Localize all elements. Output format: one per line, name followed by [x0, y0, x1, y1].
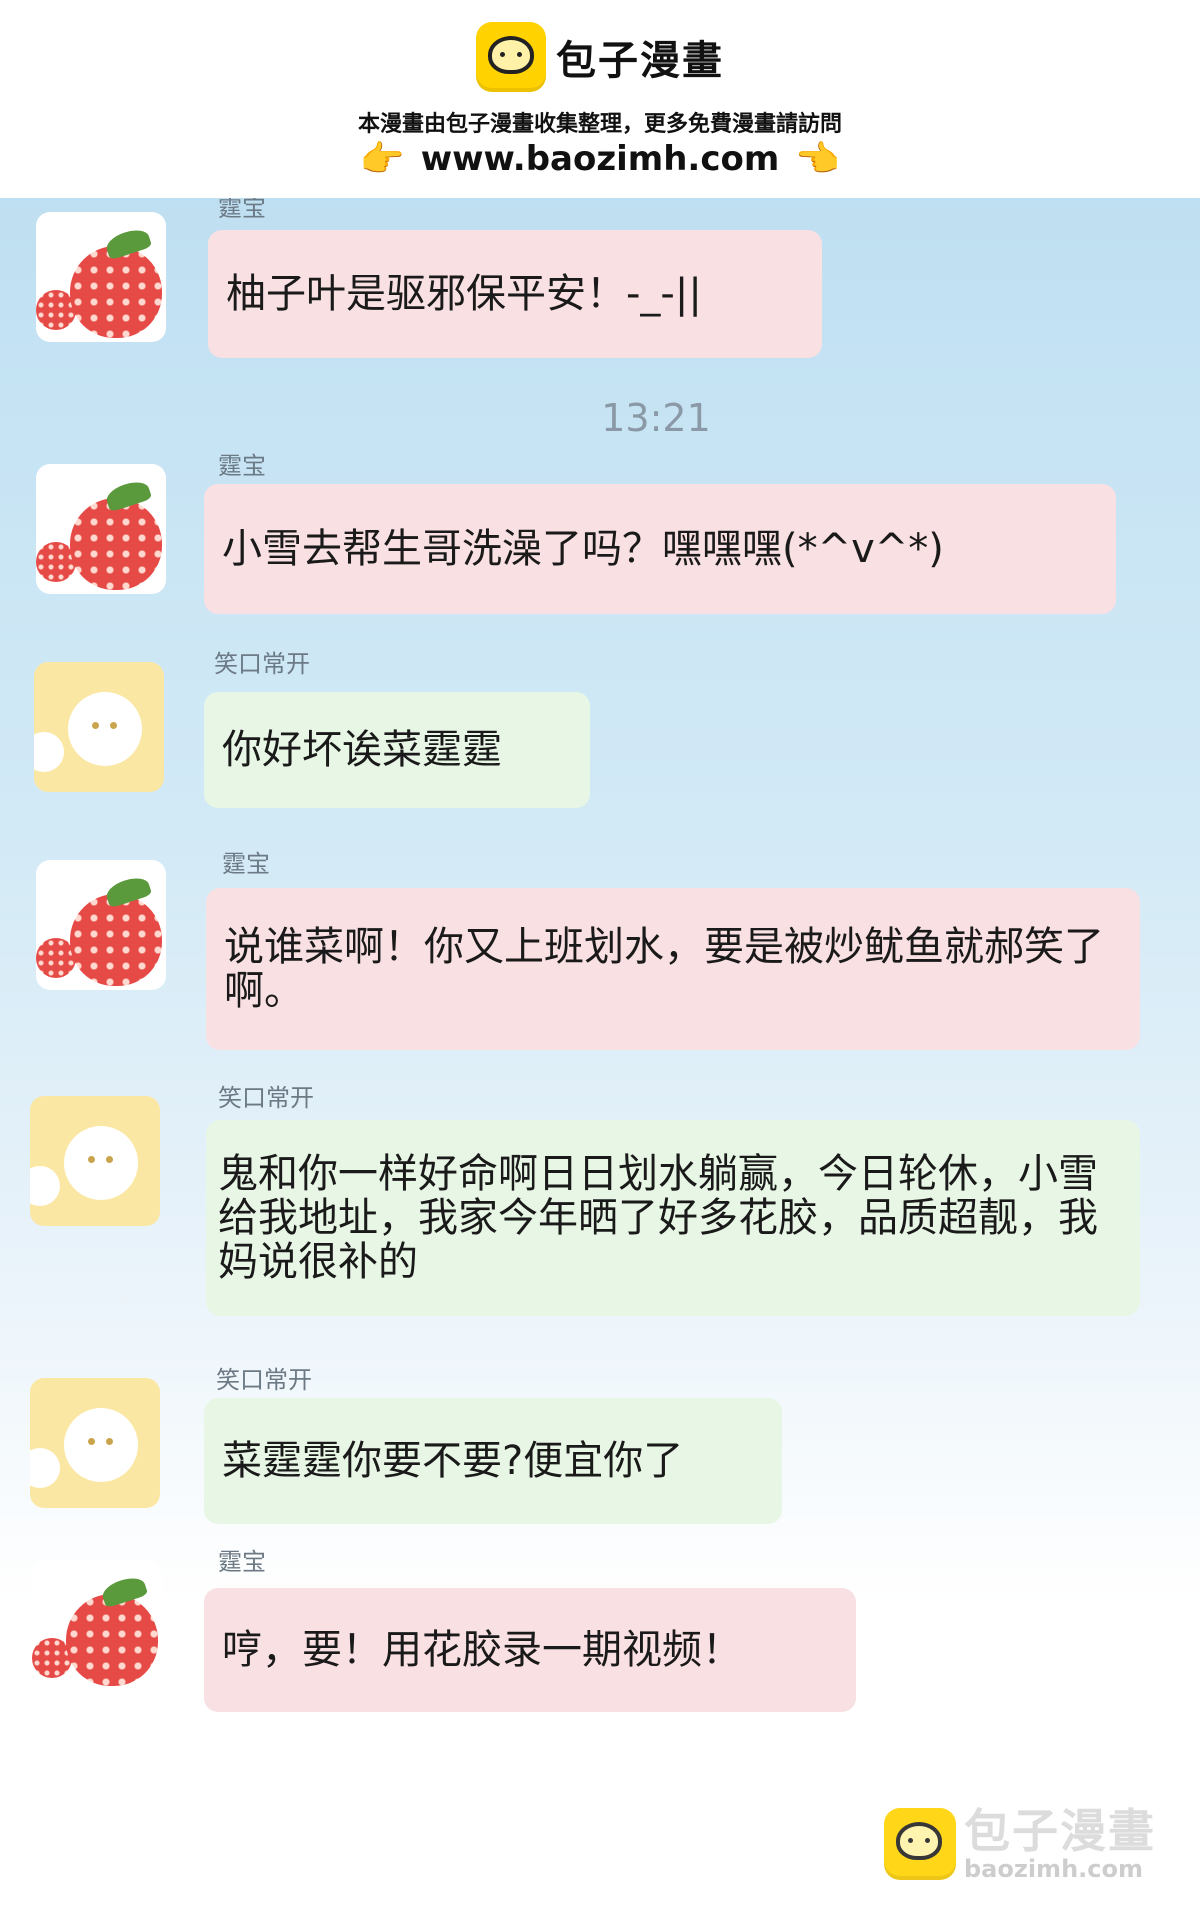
message-text: 鬼和你一样好命啊日日划水躺赢，今日轮休，小雪给我地址，我家今年晒了好多花胶，品质…	[218, 1151, 1098, 1285]
message-bubble[interactable]: 说谁菜啊！你又上班划水，要是被炒鱿鱼就郝笑了啊。	[206, 888, 1140, 1050]
sender-name: 霆宝	[218, 452, 266, 480]
bun-avatar[interactable]	[34, 662, 164, 792]
strawberry-avatar[interactable]	[32, 1560, 162, 1690]
strawberry-avatar[interactable]	[36, 860, 166, 990]
watermark-brand: 包子漫畫	[964, 1804, 1156, 1858]
brand-name: 包子漫畫	[556, 38, 724, 84]
baozi-logo-icon	[884, 1808, 956, 1880]
sender-name: 霆宝	[222, 850, 270, 878]
message-text: 哼，要！用花胶录一期视频！	[222, 1627, 742, 1673]
baozi-logo-icon	[476, 22, 546, 92]
chat-area: 霆宝 柚子叶是驱邪保平安！-_-|| 13:21 霆宝 小雪去帮生哥洗澡了吗？嘿…	[0, 198, 1200, 1914]
site-banner: 包子漫畫 本漫畫由包子漫畫收集整理，更多免費漫畫請訪問 👉 www.baozim…	[0, 0, 1200, 198]
message-bubble[interactable]: 你好坏诶菜霆霆	[204, 692, 590, 808]
bun-avatar[interactable]	[30, 1096, 160, 1226]
pointing-left-icon: 👈	[795, 139, 841, 180]
site-url-link[interactable]: www.baozimh.com	[421, 139, 780, 179]
sender-name: 笑口常开	[214, 650, 310, 678]
sender-name: 霆宝	[218, 1548, 266, 1576]
url-row: 👉 www.baozimh.com 👈	[0, 138, 1200, 180]
message-text: 菜霆霆你要不要?便宜你了	[222, 1438, 684, 1484]
message-bubble[interactable]: 哼，要！用花胶录一期视频！	[204, 1588, 856, 1712]
watermark: 包子漫畫 baozimh.com	[884, 1806, 1156, 1882]
strawberry-avatar[interactable]	[36, 212, 166, 342]
strawberry-avatar[interactable]	[36, 464, 166, 594]
message-bubble[interactable]: 菜霆霆你要不要?便宜你了	[204, 1398, 782, 1524]
pointing-right-icon: 👉	[359, 139, 405, 180]
sender-name: 笑口常开	[216, 1366, 312, 1394]
sender-name: 笑口常开	[218, 1084, 314, 1112]
timestamp: 13:21	[601, 396, 711, 440]
watermark-url: baozimh.com	[964, 1855, 1143, 1883]
sender-name: 霆宝	[218, 198, 266, 222]
message-text: 柚子叶是驱邪保平安！-_-||	[226, 271, 702, 317]
site-notice: 本漫畫由包子漫畫收集整理，更多免費漫畫請訪問	[357, 112, 842, 137]
message-text: 说谁菜啊！你又上班划水，要是被炒鱿鱼就郝笑了啊。	[224, 924, 1104, 1014]
logo-row: 包子漫畫	[0, 22, 1200, 92]
message-bubble[interactable]: 柚子叶是驱邪保平安！-_-||	[208, 230, 822, 358]
message-bubble[interactable]: 鬼和你一样好命啊日日划水躺赢，今日轮休，小雪给我地址，我家今年晒了好多花胶，品质…	[206, 1120, 1140, 1316]
bun-avatar[interactable]	[30, 1378, 160, 1508]
message-text: 小雪去帮生哥洗澡了吗？嘿嘿嘿(*^v^*)	[222, 526, 944, 572]
message-bubble[interactable]: 小雪去帮生哥洗澡了吗？嘿嘿嘿(*^v^*)	[204, 484, 1116, 614]
message-text: 你好坏诶菜霆霆	[222, 727, 502, 773]
